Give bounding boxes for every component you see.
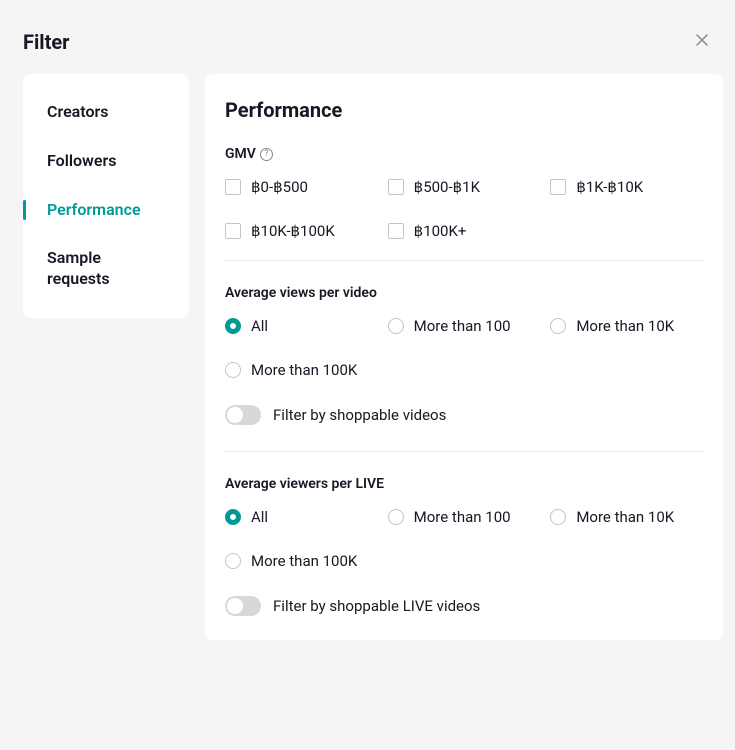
radio-icon [550,509,566,525]
divider [225,451,703,452]
sidebar-item-followers[interactable]: Followers [23,137,189,186]
close-icon [696,33,708,51]
radio-icon [225,362,241,378]
gmv-label: GMV ? [225,146,703,162]
sidebar-item-sample-requests[interactable]: Sample requests [23,234,189,304]
option-label: ฿1K-฿10K [576,178,643,196]
toggle-label: Filter by shoppable videos [273,406,446,424]
radio-icon [388,509,404,525]
filter-sidebar: Creators Followers Performance Sample re… [23,74,189,318]
option-label: ฿100K+ [414,222,467,240]
avg-viewers-live-option-100k[interactable]: More than 100K [225,552,378,570]
option-label: More than 100K [251,361,357,379]
avg-views-options: All More than 100 More than 10K More tha… [225,317,703,379]
option-label: ฿10K-฿100K [251,222,335,240]
avg-viewers-live-toggle-row: Filter by shoppable LIVE videos [225,596,703,616]
avg-views-label-text: Average views per video [225,285,377,301]
filter-main-panel: Performance GMV ? ฿0-฿500 ฿500-฿1K ฿1K-฿… [205,74,723,640]
avg-viewers-live-label: Average viewers per LIVE [225,476,703,492]
option-label: More than 100 [414,508,511,526]
checkbox-icon [225,223,241,239]
avg-views-toggle-row: Filter by shoppable videos [225,405,703,425]
gmv-label-text: GMV [225,146,256,162]
avg-viewers-live-option-100[interactable]: More than 100 [388,508,541,526]
sidebar-item-label: Followers [47,151,116,170]
avg-views-option-100[interactable]: More than 100 [388,317,541,335]
help-icon[interactable]: ? [260,148,273,161]
checkbox-icon [225,179,241,195]
option-label: ฿0-฿500 [251,178,308,196]
option-label: All [251,508,268,526]
avg-viewers-live-option-all[interactable]: All [225,508,378,526]
radio-icon [225,553,241,569]
gmv-option-0-500[interactable]: ฿0-฿500 [225,178,378,196]
option-label: ฿500-฿1K [414,178,480,196]
checkbox-icon [388,179,404,195]
option-label: More than 100K [251,552,357,570]
radio-icon [225,509,241,525]
avg-viewers-live-options: All More than 100 More than 10K More tha… [225,508,703,570]
avg-views-option-10k[interactable]: More than 10K [550,317,703,335]
gmv-options: ฿0-฿500 ฿500-฿1K ฿1K-฿10K ฿10K-฿100K ฿10… [225,178,703,240]
shoppable-live-toggle[interactable] [225,596,261,616]
gmv-option-10k-100k[interactable]: ฿10K-฿100K [225,222,378,240]
radio-icon [225,318,241,334]
modal-header: Filter [0,0,735,74]
modal-title: Filter [23,30,69,54]
gmv-option-1k-10k[interactable]: ฿1K-฿10K [550,178,703,196]
sidebar-item-label: Performance [47,200,141,219]
checkbox-icon [388,223,404,239]
section-title: Performance [225,98,703,122]
avg-views-option-100k[interactable]: More than 100K [225,361,378,379]
radio-icon [388,318,404,334]
sidebar-item-label: Sample requests [47,248,110,288]
option-label: All [251,317,268,335]
close-button[interactable] [692,32,712,52]
avg-viewers-live-option-10k[interactable]: More than 10K [550,508,703,526]
avg-viewers-live-label-text: Average viewers per LIVE [225,476,384,492]
divider [225,260,703,261]
gmv-option-100k-plus[interactable]: ฿100K+ [388,222,541,240]
toggle-knob-icon [227,598,243,614]
option-label: More than 10K [576,317,674,335]
checkbox-icon [550,179,566,195]
sidebar-item-label: Creators [47,102,109,121]
radio-icon [550,318,566,334]
option-label: More than 100 [414,317,511,335]
shoppable-videos-toggle[interactable] [225,405,261,425]
sidebar-item-performance[interactable]: Performance [23,186,189,235]
toggle-knob-icon [227,407,243,423]
option-label: More than 10K [576,508,674,526]
avg-views-label: Average views per video [225,285,703,301]
avg-views-option-all[interactable]: All [225,317,378,335]
gmv-option-500-1k[interactable]: ฿500-฿1K [388,178,541,196]
toggle-label: Filter by shoppable LIVE videos [273,597,480,615]
sidebar-item-creators[interactable]: Creators [23,88,189,137]
